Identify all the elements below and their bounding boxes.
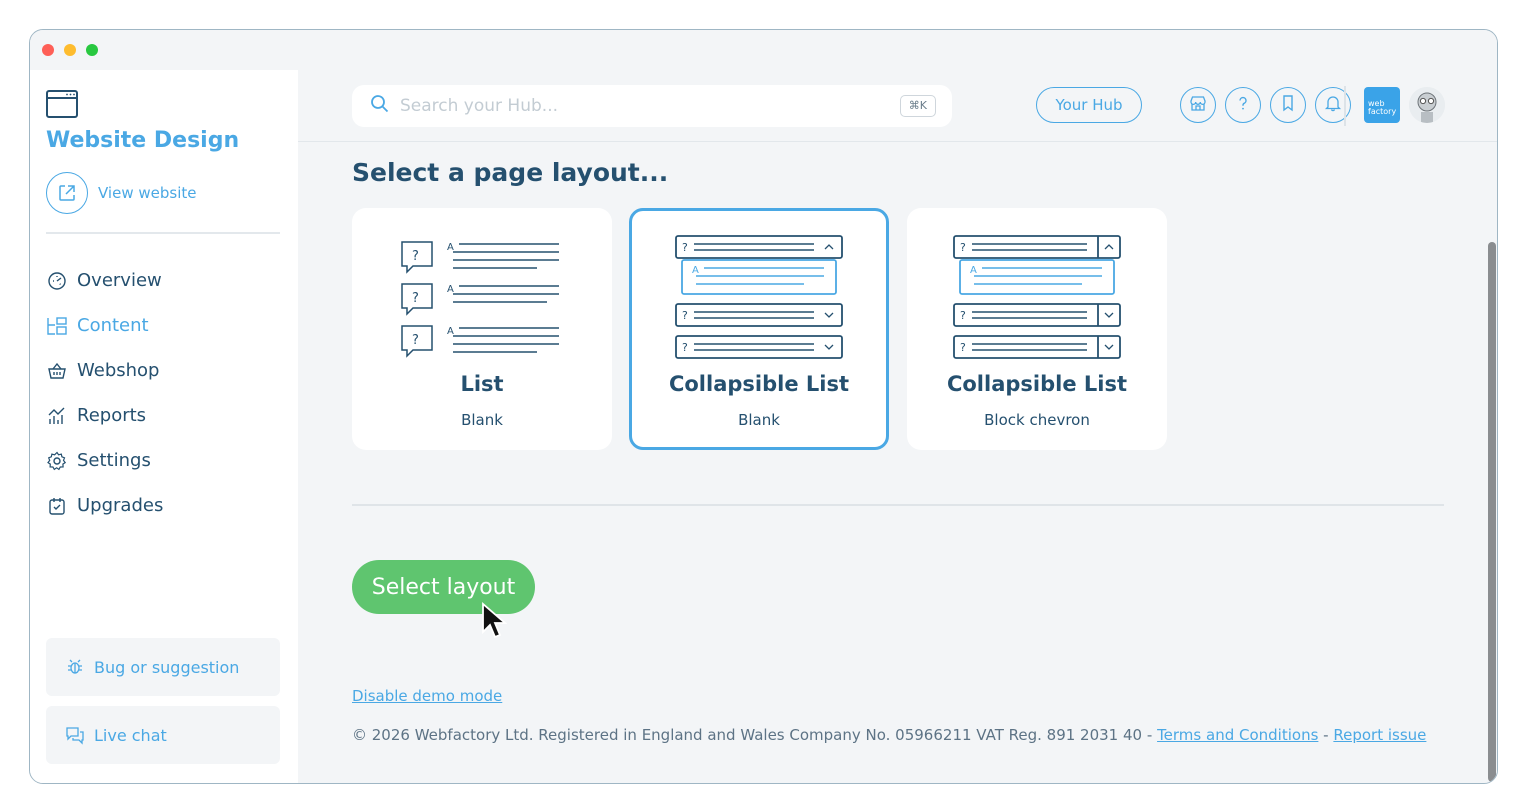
svg-text:?: ? [960, 309, 966, 322]
footer-text: © 2026 Webfactory Ltd. Registered in Eng… [352, 726, 1153, 744]
svg-text:A: A [970, 265, 977, 276]
sidebar-item-label: Settings [77, 450, 151, 471]
app-window: Website Design View website Overview Con… [29, 29, 1498, 784]
svg-text:?: ? [412, 333, 419, 348]
layout-card-list[interactable]: ??? A A A List Blank [352, 208, 612, 450]
chat-bubbles-icon [64, 724, 86, 746]
collapsible-list-illustration: ??? A [675, 235, 843, 359]
layout-card-subtitle: Block chevron [984, 411, 1090, 429]
store-button[interactable] [1180, 87, 1216, 123]
main-content: Select a page layout... ??? AAA List Bla… [298, 142, 1497, 783]
webfactory-logo[interactable]: web factory [1364, 87, 1400, 123]
sidebar-item-content[interactable]: Content [46, 303, 280, 348]
view-website-label: View website [98, 184, 197, 202]
bug-icon [64, 656, 86, 678]
bug-or-suggestion-label: Bug or suggestion [94, 657, 240, 677]
footer: © 2026 Webfactory Ltd. Registered in Eng… [352, 726, 1426, 744]
dashboard-icon [46, 270, 68, 292]
content-divider [352, 504, 1444, 506]
search-bar[interactable]: ⌘K [352, 85, 952, 127]
top-bar: ⌘K Your Hub web factory [298, 70, 1497, 142]
live-chat-button[interactable]: Live chat [46, 706, 280, 764]
svg-text:?: ? [682, 341, 688, 354]
sidebar-divider [46, 232, 280, 234]
bookmark-button[interactable] [1270, 87, 1306, 123]
terms-and-conditions-link[interactable]: Terms and Conditions [1157, 726, 1318, 744]
external-link-icon [46, 172, 88, 214]
layout-card-title: Collapsible List [946, 372, 1128, 396]
help-icon [1234, 94, 1252, 116]
sidebar-item-label: Webshop [77, 360, 160, 381]
select-layout-button[interactable]: Select layout [352, 560, 535, 614]
sidebar-item-webshop[interactable]: Webshop [46, 348, 280, 393]
scrollbar-thumb[interactable] [1488, 242, 1496, 782]
sidebar-item-upgrades[interactable]: Upgrades [46, 483, 280, 528]
notifications-button[interactable] [1315, 87, 1351, 123]
close-window-button[interactable] [42, 44, 54, 56]
basket-icon [46, 360, 68, 382]
svg-text:?: ? [960, 241, 966, 254]
maximize-window-button[interactable] [86, 44, 98, 56]
list-layout-illustration: ??? A A A [401, 241, 559, 358]
svg-text:A: A [447, 284, 454, 295]
chart-icon [46, 405, 68, 427]
disable-demo-mode-link[interactable]: Disable demo mode [352, 687, 502, 705]
sidebar-item-reports[interactable]: Reports [46, 393, 280, 438]
svg-text:A: A [692, 265, 699, 276]
view-website-link[interactable]: View website [46, 172, 196, 214]
report-issue-link[interactable]: Report issue [1333, 726, 1426, 744]
title-bar [30, 30, 1497, 70]
content-icon [46, 315, 68, 337]
layout-card-title: List [460, 372, 504, 396]
sidebar-item-label: Content [77, 315, 149, 336]
search-input[interactable] [400, 96, 880, 116]
svg-text:?: ? [682, 309, 688, 322]
svg-text:?: ? [412, 291, 419, 306]
user-avatar[interactable] [1409, 87, 1445, 123]
svg-text:?: ? [960, 341, 966, 354]
sidebar-item-settings[interactable]: Settings [46, 438, 280, 483]
collapsible-list-block-chevron-illustration: ??? A [953, 235, 1121, 359]
sidebar-item-label: Upgrades [77, 495, 164, 516]
search-shortcut-badge: ⌘K [899, 95, 936, 117]
svg-text:?: ? [412, 249, 419, 264]
help-button[interactable] [1225, 87, 1261, 123]
search-icon [370, 94, 390, 118]
footer-separator: - [1323, 726, 1329, 744]
live-chat-label: Live chat [94, 725, 167, 745]
scrollbar[interactable] [1487, 142, 1497, 783]
layout-card-subtitle: Blank [461, 411, 503, 429]
sidebar-item-label: Reports [77, 405, 147, 426]
sidebar: Website Design View website Overview Con… [30, 70, 298, 783]
layout-card-subtitle: Blank [738, 411, 780, 429]
layout-card-collapsible-list-block-chevron[interactable]: ??? A Collapsible List Block chevron [907, 208, 1167, 450]
sidebar-item-overview[interactable]: Overview [46, 258, 280, 303]
mouse-pointer-icon [482, 602, 507, 639]
sidebar-item-label: Overview [77, 270, 162, 291]
layout-card-collapsible-list-blank[interactable]: ??? A Collapsible List Blank [629, 208, 889, 450]
bookmark-icon [1279, 94, 1297, 116]
store-icon [1189, 94, 1207, 116]
minimize-window-button[interactable] [64, 44, 76, 56]
your-hub-button[interactable]: Your Hub [1036, 87, 1142, 123]
layout-card-title: Collapsible List [668, 372, 850, 396]
bug-or-suggestion-button[interactable]: Bug or suggestion [46, 638, 280, 696]
svg-text:A: A [447, 326, 454, 337]
browser-window-icon [46, 90, 78, 118]
page-title: Select a page layout... [352, 158, 669, 187]
sidebar-nav: Overview Content Webshop Reports Setting… [46, 258, 280, 528]
bell-icon [1324, 94, 1342, 116]
app-title: Website Design [46, 128, 240, 153]
header-separator [1344, 86, 1346, 126]
svg-text:?: ? [682, 241, 688, 254]
upgrade-icon [46, 495, 68, 517]
gear-icon [46, 450, 68, 472]
svg-text:A: A [447, 242, 454, 253]
